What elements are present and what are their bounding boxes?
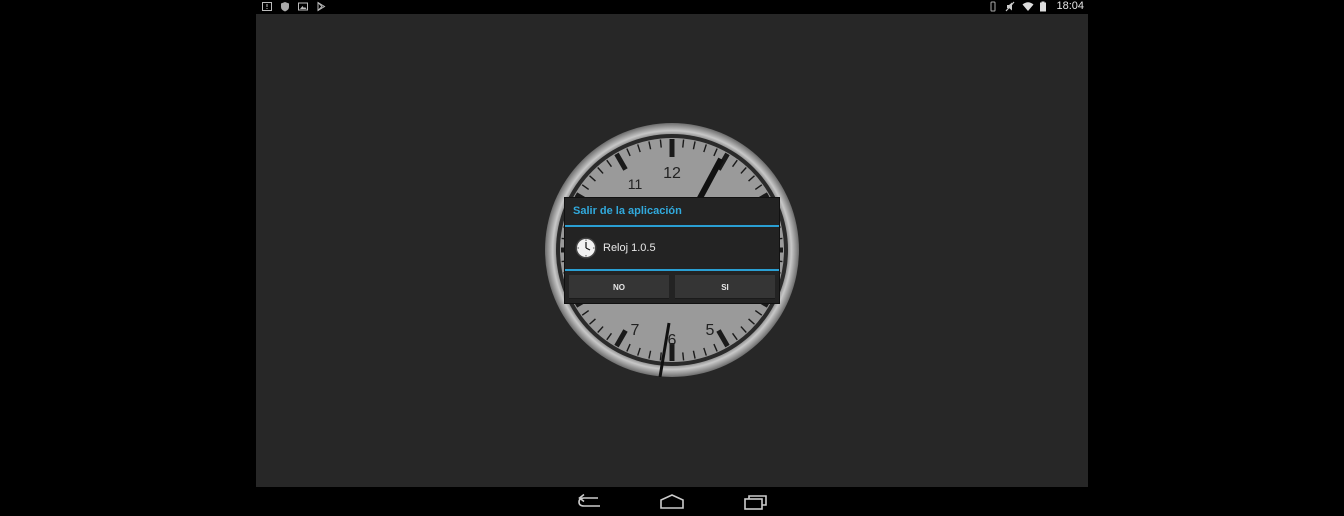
dialog-title: Salir de la aplicación: [565, 198, 779, 227]
clock-number-12: 12: [663, 165, 681, 182]
dialog-buttons: NO SI: [565, 271, 779, 303]
status-bar: 18:04: [256, 0, 1088, 14]
minute-tick: [659, 352, 662, 361]
clock-icon: [575, 237, 597, 259]
no-sound-icon: [1005, 1, 1015, 12]
dialog-message: Reloj 1.0.5: [603, 242, 656, 254]
back-icon[interactable]: [576, 493, 604, 511]
minute-tick: [682, 352, 685, 361]
clock-number-6: 6: [668, 332, 677, 349]
home-icon[interactable]: [658, 493, 686, 511]
dialog-body: Reloj 1.0.5: [565, 227, 779, 271]
image-icon[interactable]: [298, 1, 308, 12]
yes-button[interactable]: SI: [675, 275, 775, 299]
clock-number-5: 5: [706, 322, 715, 339]
app-screen: 12 11 7 6 5 Salir de la aplicación Reloj…: [256, 14, 1088, 487]
minute-tick: [682, 139, 685, 148]
minute-tick: [659, 139, 662, 148]
battery-icon: [1039, 1, 1049, 12]
recent-apps-icon[interactable]: [742, 493, 770, 511]
clock-number-11: 11: [628, 176, 643, 192]
vibrate-icon: [988, 1, 998, 12]
play-store-icon[interactable]: [316, 1, 326, 12]
wifi-icon: [1022, 1, 1034, 12]
no-button[interactable]: NO: [569, 275, 669, 299]
notification-icon[interactable]: [262, 1, 272, 12]
clock-number-7: 7: [631, 322, 640, 339]
navigation-bar: [256, 487, 1088, 516]
status-time: 18:04: [1056, 0, 1084, 12]
exit-dialog: Salir de la aplicación Reloj 1.0.5 NO SI: [565, 198, 779, 303]
shield-icon[interactable]: [280, 1, 290, 12]
